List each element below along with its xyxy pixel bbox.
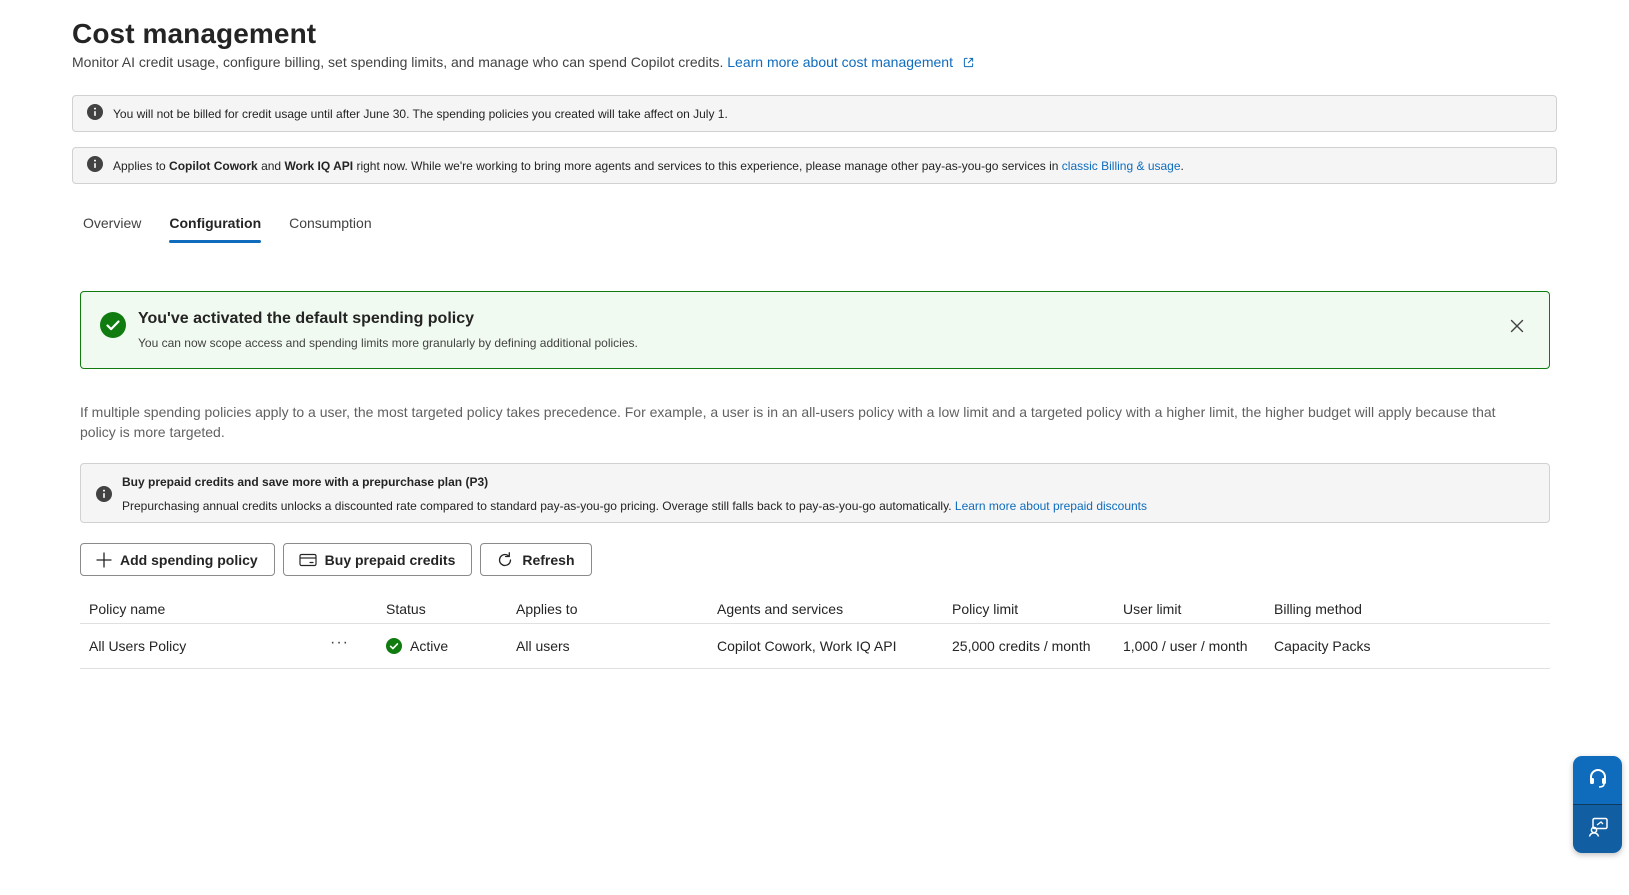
product-work-iq-api: Work IQ API [284,158,354,173]
column-header-agents[interactable]: Agents and services [708,601,943,617]
user-limit-cell: 1,000 / user / month [1123,638,1248,654]
refresh-icon [496,551,514,569]
column-header-applies-to[interactable]: Applies to [507,601,708,617]
success-banner-title: You've activated the default spending po… [138,310,475,327]
buy-prepaid-credits-button[interactable]: Buy prepaid credits [282,543,473,576]
buy-prepaid-credits-label: Buy prepaid credits [324,551,456,568]
help-button[interactable] [1573,756,1622,804]
page-title: Cost management [72,18,317,49]
prepaid-credits-banner: Buy prepaid credits and save more with a… [80,463,1550,523]
applies-to-cell: All users [516,638,570,654]
more-options-cell: ··· [330,635,377,654]
feedback-icon [1587,816,1609,843]
column-header-billing-method[interactable]: Billing method [1265,601,1465,617]
page-subtitle: Monitor AI credit usage, configure billi… [72,54,974,71]
credit-card-icon [299,553,317,567]
add-spending-policy-button[interactable]: Add spending policy [80,543,275,576]
classic-billing-link[interactable]: classic Billing & usage [1062,159,1181,173]
billing-notice-text: You will not be billed for credit usage … [113,106,728,121]
column-header-policy-name[interactable]: Policy name [80,601,330,617]
status-cell: Active [377,638,507,654]
open-external-icon[interactable] [963,55,974,71]
policy-precedence-text: If multiple spending policies apply to a… [80,404,1496,440]
tab-consumption[interactable]: Consumption [278,208,383,248]
toolbar: Add spending policy Buy prepaid credits … [80,543,600,576]
learn-more-cost-management-link[interactable]: Learn more about cost management [727,54,953,70]
headset-icon [1587,767,1609,794]
agents-cell: Copilot Cowork, Work IQ API [717,638,897,654]
tab-configuration[interactable]: Configuration [158,208,272,248]
billing-method-cell: Capacity Packs [1274,638,1371,654]
learn-more-prepaid-link[interactable]: Learn more about prepaid discounts [955,499,1147,513]
more-options-icon[interactable]: ··· [330,635,349,654]
policy-limit-cell: 25,000 credits / month [952,638,1091,654]
prepaid-banner-body: Prepurchasing annual credits unlocks a d… [122,499,1148,513]
success-banner-body: You can now scope access and spending li… [138,336,638,350]
tab-overview[interactable]: Overview [72,208,152,248]
side-help-panel [1573,756,1622,853]
scope-notice-text: Applies to Copilot Cowork and Work IQ AP… [113,158,1184,173]
column-header-status[interactable]: Status [377,601,507,617]
billing-notice-bar: You will not be billed for credit usage … [72,95,1557,132]
column-header-user-limit[interactable]: User limit [1114,601,1265,617]
table-row[interactable]: All Users Policy ··· Active All users Co… [80,624,1550,669]
info-icon [87,104,103,123]
tab-list: Overview Configuration Consumption [72,208,389,248]
success-banner: You've activated the default spending po… [80,291,1550,369]
add-icon [96,551,112,568]
info-icon [87,156,103,175]
table-header: Policy name Status Applies to Agents and… [80,594,1550,624]
feedback-button[interactable] [1573,804,1622,853]
checkmark-circle-icon [100,312,126,343]
scope-notice-bar: Applies to Copilot Cowork and Work IQ AP… [72,147,1557,184]
spending-policies-table: Policy name Status Applies to Agents and… [80,594,1550,669]
info-icon [96,486,112,507]
prepaid-banner-title: Buy prepaid credits and save more with a… [122,475,489,489]
add-spending-policy-label: Add spending policy [120,551,258,568]
refresh-label: Refresh [522,551,575,568]
dismiss-icon[interactable] [1507,316,1527,336]
active-status-icon [386,638,402,654]
product-copilot-cowork: Copilot Cowork [169,158,258,173]
refresh-button[interactable]: Refresh [480,543,592,576]
status-badge: Active [410,638,449,654]
page-subtitle-text: Monitor AI credit usage, configure billi… [72,54,724,70]
policy-name-cell[interactable]: All Users Policy [80,638,330,654]
column-header-policy-limit[interactable]: Policy limit [943,601,1114,617]
